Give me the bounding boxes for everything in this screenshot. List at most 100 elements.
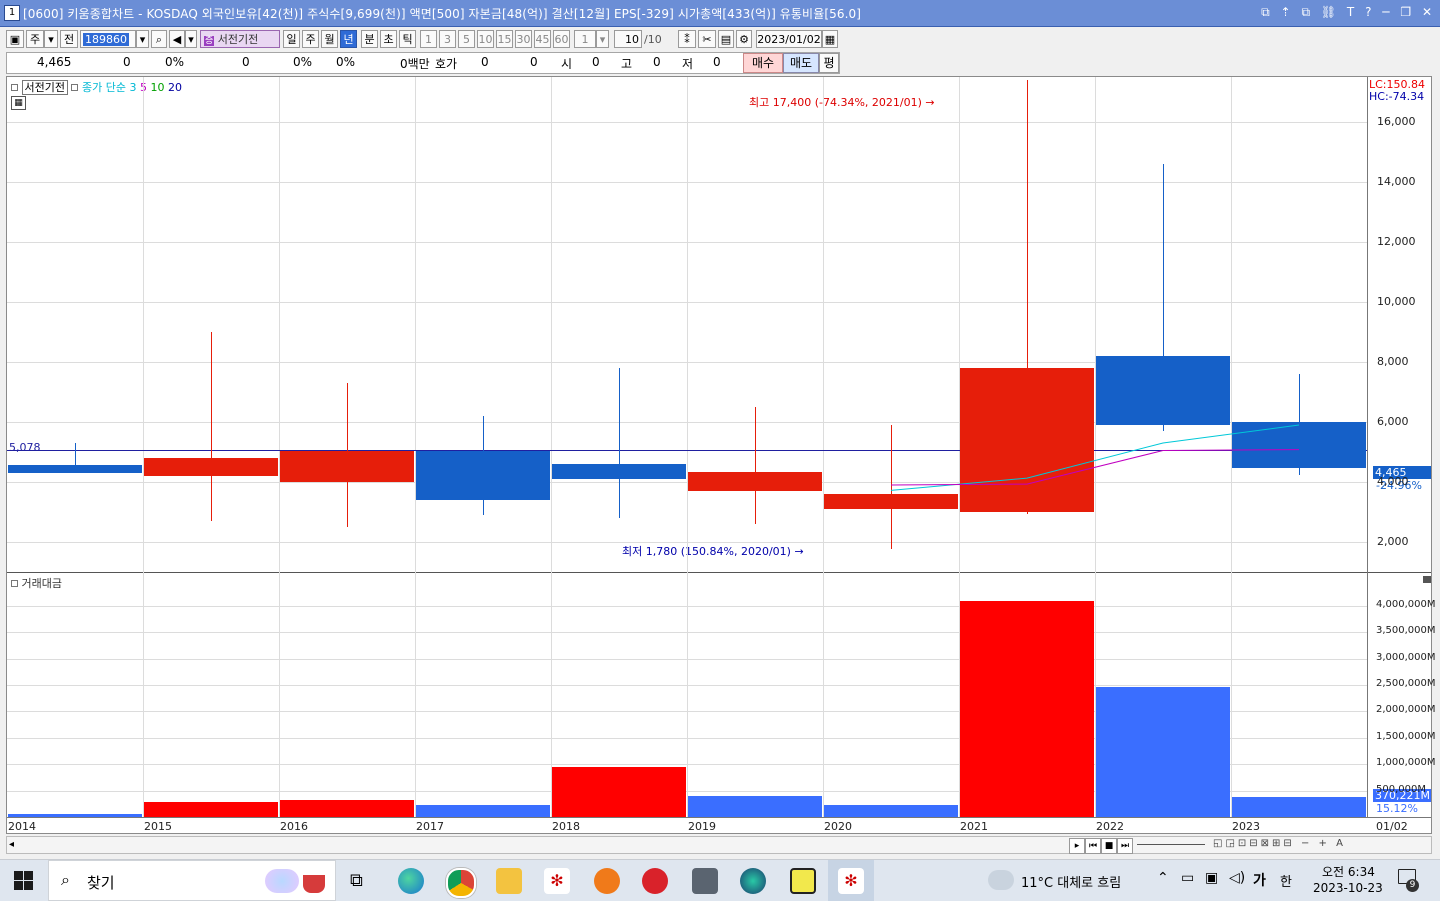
zoom-slider[interactable] — [1137, 844, 1205, 845]
sell-button[interactable]: 매도 — [783, 53, 819, 73]
interval-3[interactable]: 3 — [439, 30, 456, 48]
period-second[interactable]: 초 — [380, 30, 397, 48]
hoga-label: 호가 — [435, 57, 458, 71]
link-icon[interactable]: ⛓ — [1321, 5, 1336, 19]
compare-icon[interactable]: ⁑ — [678, 30, 696, 48]
quote-amount: 0백만 — [400, 57, 430, 71]
stop-icon[interactable]: ■ — [1101, 838, 1117, 854]
calendar-icon[interactable]: ▦ — [822, 30, 838, 48]
period-minute[interactable]: 분 — [361, 30, 378, 48]
buy-button[interactable]: 매수 — [743, 53, 783, 73]
rewind-icon[interactable]: ⏮ — [1085, 838, 1101, 854]
scroll-left-icon[interactable]: ◂ — [9, 839, 14, 850]
save-icon[interactable]: ▤ — [718, 30, 734, 48]
chrome-browser-icon[interactable] — [446, 868, 476, 898]
window-number-badge[interactable]: 1 — [4, 5, 20, 21]
open-value: 0 — [592, 55, 600, 69]
minimize-button[interactable]: ─ — [1382, 5, 1389, 19]
interval-30[interactable]: 30 — [515, 30, 532, 48]
hoga-value-2: 0 — [530, 55, 538, 69]
period-year[interactable]: 년 — [340, 30, 357, 48]
interval-5[interactable]: 5 — [458, 30, 475, 48]
edge-browser-icon[interactable] — [398, 868, 424, 894]
calculator-icon[interactable] — [692, 868, 718, 894]
avg-button[interactable]: 평 — [819, 53, 839, 73]
ime-mode-2[interactable]: 한 — [1280, 871, 1292, 890]
volume-icon[interactable]: ◁) — [1229, 870, 1245, 886]
teal-app-icon[interactable] — [740, 868, 766, 894]
settings-gear-icon[interactable]: ⚙ — [736, 30, 752, 48]
camera-icon[interactable]: ▭ — [1181, 870, 1194, 886]
weather-cloud-icon[interactable] — [988, 870, 1014, 890]
taskbar-search-box[interactable]: ⌕ 찾기 — [48, 860, 336, 901]
speaker-icon[interactable]: ◀ — [169, 30, 185, 48]
interval-dropdown-icon[interactable]: ▾ — [596, 30, 609, 48]
scroll-right-icon[interactable]: ▸ — [1069, 838, 1085, 854]
speaker-dropdown-icon[interactable]: ▾ — [185, 30, 197, 48]
search-icon: ⌕ — [61, 870, 70, 889]
chart-toolbar: ▣ 주 ▾ 전 189860 ▾ ⌕ ◀ ▾ 증 서전기전 일 주 월 년 분 … — [0, 27, 1440, 51]
tool-icons[interactable]: ◱◲⊡⊟⊠⊞⊟ − + A — [1213, 838, 1346, 849]
file-explorer-icon[interactable] — [496, 868, 522, 894]
layout-icon[interactable]: ▣ — [6, 30, 24, 48]
window-controls: ⧉ ⇡ ⧉ ⛓ T ? ─ ❐ ✕ — [1254, 5, 1432, 20]
sticky-notes-icon[interactable] — [790, 868, 816, 894]
period-tick[interactable]: 틱 — [399, 30, 416, 48]
clock-date[interactable]: 2023-10-23 — [1313, 881, 1383, 895]
stock-name-field[interactable]: 증 서전기전 — [200, 30, 280, 48]
text-icon[interactable]: T — [1347, 5, 1354, 19]
quote-strip: 4,465 0 0% 0 0% 0% 0백만 호가 0 0 시 0 고 0 저 … — [6, 52, 840, 74]
window-titlebar: 1 [0600] 키움종합차트 - KOSDAQ 외국인보유[42(천)] 주식… — [0, 0, 1440, 27]
interval-45[interactable]: 45 — [534, 30, 551, 48]
code-dropdown-icon[interactable]: ▾ — [136, 30, 149, 48]
custom-interval-input[interactable]: 1 — [574, 30, 596, 48]
period-week[interactable]: 주 — [302, 30, 319, 48]
notification-icon[interactable]: 9 — [1398, 869, 1420, 892]
search-icon[interactable]: ⌕ — [151, 30, 167, 48]
copy-window-icon[interactable]: ⧉ — [1301, 5, 1310, 19]
quote-volume: 0 — [242, 55, 250, 69]
chart-scrollbar[interactable]: ◂ ▸ ⏮ ■ ⏭ ◱◲⊡⊟⊠⊞⊟ − + A — [6, 836, 1432, 854]
stock-code-input[interactable]: 189860 — [80, 30, 136, 48]
prev-button[interactable]: 전 — [60, 30, 78, 48]
quote-change-pct: 0% — [165, 55, 185, 69]
period-month[interactable]: 월 — [321, 30, 338, 48]
date-input[interactable]: 2023/01/02 — [756, 30, 822, 48]
windows-start-icon[interactable] — [14, 871, 34, 891]
interval-1[interactable]: 1 — [420, 30, 437, 48]
interval-10[interactable]: 10 — [477, 30, 494, 48]
quote-vol-pct2: 0% — [336, 55, 356, 69]
maximize-button[interactable]: ❐ — [1400, 5, 1411, 19]
task-view-icon[interactable]: ⧉ — [350, 870, 363, 891]
count-input[interactable]: 10 — [614, 30, 642, 48]
fast-forward-icon[interactable]: ⏭ — [1117, 838, 1133, 854]
interval-60[interactable]: 60 — [553, 30, 570, 48]
pin-icon[interactable]: ⇡ — [1281, 5, 1291, 19]
stock-name-label: 서전기전 — [217, 33, 259, 46]
help-icon[interactable]: ? — [1365, 5, 1371, 19]
notification-count: 9 — [1406, 879, 1419, 892]
open-label: 시 — [561, 57, 573, 71]
low-label: 저 — [682, 57, 694, 71]
clock-time[interactable]: 오전 6:34 — [1322, 863, 1375, 880]
type-dropdown-icon[interactable]: ▾ — [44, 30, 58, 48]
crosshair-icon[interactable]: ✂ — [698, 30, 716, 48]
type-select[interactable]: 주 — [26, 30, 44, 48]
weather-text[interactable]: 11°C 대체로 흐림 — [1021, 872, 1121, 891]
quote-vol-pct: 0% — [293, 55, 313, 69]
close-button[interactable]: ✕ — [1422, 5, 1432, 19]
kakao-app-icon[interactable] — [594, 868, 620, 894]
count-total: /10 — [644, 33, 662, 46]
restore-icon[interactable]: ⧉ — [1261, 5, 1270, 19]
period-day[interactable]: 일 — [283, 30, 300, 48]
cup-icon — [303, 875, 325, 893]
tray-chevron-icon[interactable]: ⌃ — [1157, 870, 1169, 886]
ime-mode-1[interactable]: 가 — [1253, 870, 1266, 890]
active-app-highlight[interactable]: ✻ — [828, 860, 874, 901]
chart-area[interactable] — [6, 76, 1432, 834]
network-icon[interactable]: ▣ — [1205, 870, 1218, 886]
interval-15[interactable]: 15 — [496, 30, 513, 48]
red-app-icon[interactable] — [642, 868, 668, 894]
kiwoom-app-icon[interactable]: ✻ — [544, 868, 570, 894]
quote-change: 0 — [123, 55, 131, 69]
